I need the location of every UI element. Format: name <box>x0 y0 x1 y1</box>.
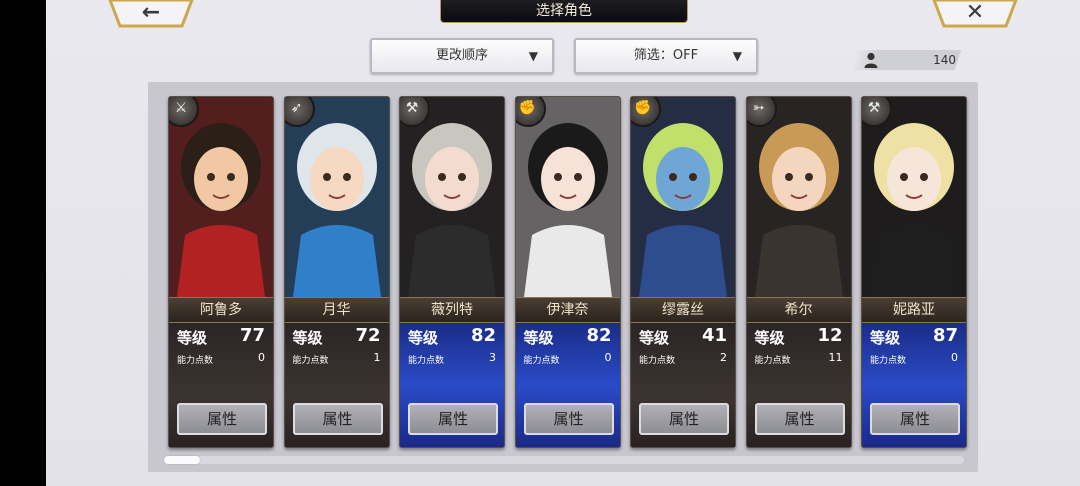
character-stats: 等级 82 能力点数 0 属性 <box>515 323 620 447</box>
character-portrait <box>631 97 735 297</box>
character-portrait <box>284 97 389 297</box>
person-icon <box>864 52 878 68</box>
scrollbar-track[interactable] <box>164 456 964 464</box>
level-label: 等级 <box>870 329 901 347</box>
character-card[interactable]: ✊ 缪露丝 等级 41 能力点数 2 属性 <box>630 96 736 448</box>
chevron-down-icon: ▼ <box>528 49 538 63</box>
page-title: 选择角色 <box>440 0 688 23</box>
level-value: 82 <box>470 325 496 346</box>
character-name: 伊津奈 <box>515 297 620 323</box>
level-value: 77 <box>239 325 265 346</box>
ability-points-value: 2 <box>720 351 727 364</box>
character-name: 阿鲁多 <box>169 297 273 323</box>
level-label: 等级 <box>292 329 323 347</box>
character-card[interactable]: ✊ 伊津奈 等级 82 能力点数 0 属性 <box>514 96 621 448</box>
character-name: 希尔 <box>746 297 851 323</box>
ability-points-value: 0 <box>951 351 958 364</box>
level-value: 41 <box>701 325 727 346</box>
filter-dropdown[interactable]: 筛选：OFF ▼ <box>574 38 758 74</box>
ability-points-value: 0 <box>258 351 265 364</box>
ability-points-label: 能力点数 <box>292 356 329 366</box>
level-label: 等级 <box>523 329 554 347</box>
level-label: 等级 <box>177 329 208 347</box>
filter-label: 筛选：OFF <box>633 48 699 63</box>
character-stats: 等级 77 能力点数 0 属性 <box>169 323 273 447</box>
back-button[interactable]: ← <box>108 0 194 28</box>
attributes-button[interactable]: 属性 <box>870 403 960 435</box>
sort-order-label: 更改顺序 <box>435 48 488 63</box>
attributes-button[interactable]: 属性 <box>408 403 498 435</box>
attributes-button[interactable]: 属性 <box>639 403 729 435</box>
level-label: 等级 <box>639 329 670 347</box>
sort-order-dropdown[interactable]: 更改顺序 ▼ <box>370 38 554 74</box>
game-screen: ← 选择角色 ✕ 更改顺序 ▼ 筛选：OFF ▼ 140 ⚔ 阿鲁多 等级 77… <box>46 0 1080 486</box>
character-portrait <box>746 97 851 297</box>
character-portrait <box>169 97 273 297</box>
character-stats: 等级 41 能力点数 2 属性 <box>631 323 735 447</box>
character-card[interactable]: ⚒ 薇列特 等级 82 能力点数 3 属性 <box>399 96 505 448</box>
character-stats: 等级 87 能力点数 0 属性 <box>862 323 966 447</box>
character-name: 薇列特 <box>400 297 504 323</box>
ability-points-value: 3 <box>489 351 496 364</box>
character-count: 140 <box>933 53 956 67</box>
character-card[interactable]: ➶ 月华 等级 72 能力点数 1 属性 <box>283 96 390 448</box>
character-portrait <box>400 97 504 297</box>
ability-points-label: 能力点数 <box>523 356 560 366</box>
ability-points-value: 1 <box>373 351 381 364</box>
chevron-down-icon: ▼ <box>732 49 742 63</box>
ability-points-label: 能力点数 <box>754 356 791 366</box>
ability-points-value: 0 <box>604 351 612 364</box>
ability-points-label: 能力点数 <box>177 356 214 366</box>
character-name: 月华 <box>284 297 389 323</box>
x-close-icon: ✕ <box>965 0 985 25</box>
level-value: 12 <box>817 325 843 346</box>
character-stats: 等级 72 能力点数 1 属性 <box>284 323 389 447</box>
ability-points-label: 能力点数 <box>408 356 445 366</box>
character-card[interactable]: ⚒ 妮路亚 等级 87 能力点数 0 属性 <box>861 96 967 448</box>
character-stats: 等级 82 能力点数 3 属性 <box>400 323 504 447</box>
level-label: 等级 <box>408 329 439 347</box>
character-card[interactable]: ⚔ 阿鲁多 等级 77 能力点数 0 属性 <box>168 96 274 448</box>
level-label: 等级 <box>754 329 785 347</box>
character-name: 妮路亚 <box>862 297 966 323</box>
level-value: 82 <box>586 325 612 346</box>
character-portrait <box>515 97 620 297</box>
ability-points-label: 能力点数 <box>639 356 676 366</box>
scrollbar-thumb[interactable] <box>164 456 200 464</box>
level-value: 72 <box>355 325 381 346</box>
left-arrow-icon: ← <box>141 0 161 25</box>
character-card[interactable]: ➳ 希尔 等级 12 能力点数 11 属性 <box>745 96 852 448</box>
character-name: 缪露丝 <box>631 297 735 323</box>
character-stats: 等级 12 能力点数 11 属性 <box>746 323 851 447</box>
close-button[interactable]: ✕ <box>932 0 1018 28</box>
level-value: 87 <box>932 325 958 346</box>
attributes-button[interactable]: 属性 <box>523 403 614 435</box>
attributes-button[interactable]: 属性 <box>292 403 383 435</box>
ability-points-value: 11 <box>828 351 843 364</box>
attributes-button[interactable]: 属性 <box>754 403 845 435</box>
ability-points-label: 能力点数 <box>870 356 907 366</box>
character-portrait <box>862 97 966 297</box>
attributes-button[interactable]: 属性 <box>177 403 267 435</box>
